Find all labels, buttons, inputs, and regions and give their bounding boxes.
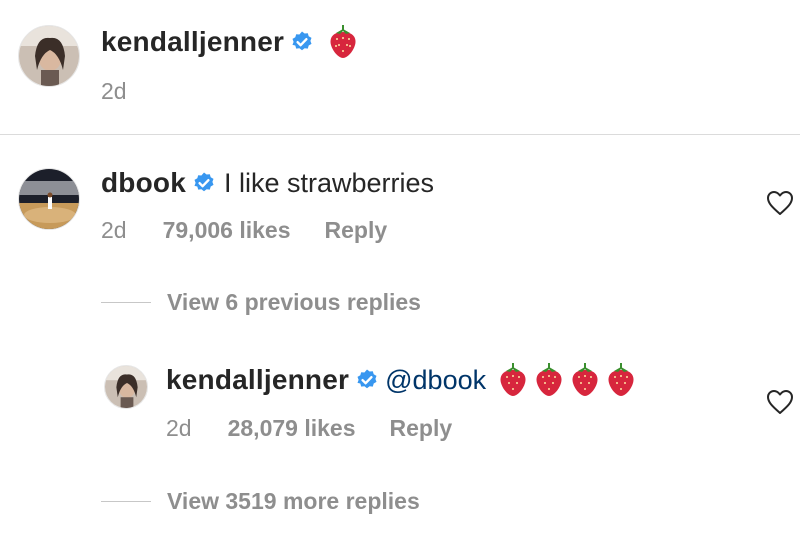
caption-username[interactable]: kendalljenner: [101, 26, 284, 58]
strawberry-emoji: [572, 363, 598, 396]
verified-badge-icon: [192, 171, 216, 195]
verified-badge-icon: [355, 368, 379, 392]
heart-outline-icon[interactable]: [766, 190, 794, 221]
reply-username[interactable]: kendalljenner: [166, 364, 349, 396]
caption-header: kendalljenner: [101, 22, 358, 62]
view-previous-replies[interactable]: View 6 previous replies: [101, 289, 421, 316]
strawberry-emoji: [536, 363, 562, 396]
comment-text: I like strawberries: [224, 167, 435, 198]
reply-thread-line: [101, 501, 151, 502]
comment-username[interactable]: dbook: [101, 167, 186, 199]
comment-header: dbook I like strawberries: [101, 163, 434, 203]
caption-emojis: [328, 24, 358, 60]
strawberry-emoji: [500, 363, 526, 396]
comment-likes[interactable]: 79,006 likes: [163, 217, 291, 244]
comment-reply-button[interactable]: Reply: [325, 217, 388, 244]
view-more-replies[interactable]: View 3519 more replies: [101, 488, 420, 515]
reply-meta: 2d 28,079 likes Reply: [166, 415, 452, 442]
avatar-photo: [19, 26, 79, 86]
strawberry-emoji: [608, 363, 634, 396]
heart-outline-icon[interactable]: [766, 389, 794, 420]
reply-time: 2d: [166, 415, 192, 441]
strawberry-emoji: [330, 25, 356, 58]
view-more-label: View 3519 more replies: [167, 488, 420, 514]
caption-time: 2d: [101, 78, 127, 104]
reply-avatar[interactable]: [104, 365, 148, 409]
caption-avatar[interactable]: [18, 25, 80, 87]
reply-emojis: [498, 362, 636, 398]
reply-likes[interactable]: 28,079 likes: [228, 415, 356, 442]
comment-meta: 2d 79,006 likes Reply: [101, 217, 387, 244]
reply-thread-line: [101, 302, 151, 303]
reply-header: kendalljenner @dbook: [166, 360, 636, 400]
avatar-photo: [19, 169, 79, 229]
reply-reply-button[interactable]: Reply: [390, 415, 453, 442]
reply-mention-link[interactable]: @dbook: [385, 365, 486, 396]
view-previous-label: View 6 previous replies: [167, 289, 421, 315]
comment-time: 2d: [101, 217, 127, 243]
avatar-photo: [105, 366, 147, 408]
section-divider: [0, 134, 800, 135]
verified-badge-icon: [290, 30, 314, 54]
comment-avatar[interactable]: [18, 168, 80, 230]
